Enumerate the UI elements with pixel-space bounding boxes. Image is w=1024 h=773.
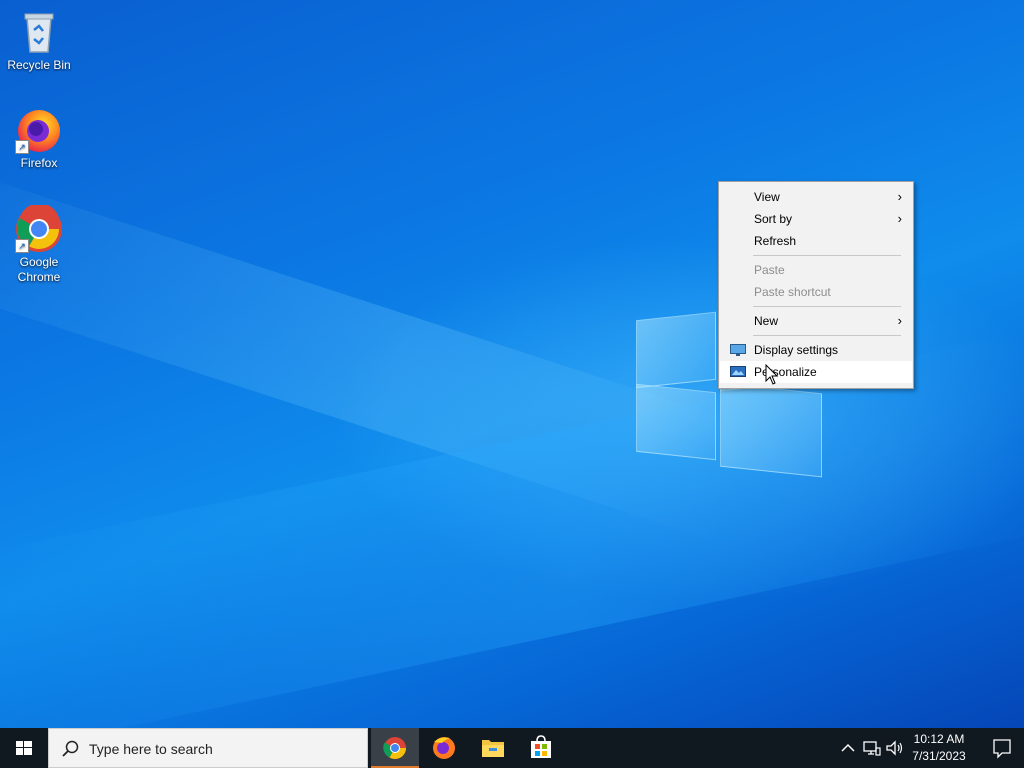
file-explorer-icon [482, 740, 504, 757]
menu-item-label: Display settings [754, 343, 839, 357]
shortcut-arrow-icon: ↗ [15, 239, 29, 253]
network-icon[interactable] [862, 738, 882, 758]
volume-icon[interactable] [885, 738, 905, 758]
taskbar-app-file-explorer[interactable] [469, 728, 517, 768]
chrome-icon [383, 737, 406, 759]
desktop-icon-google-chrome[interactable]: ↗ Google Chrome [1, 203, 77, 285]
firefox-icon [433, 737, 455, 759]
clock-time: 10:12 AM [913, 732, 965, 746]
menu-separator [753, 306, 901, 307]
menu-item-paste[interactable]: Paste [720, 259, 912, 281]
menu-item-label: Personalize [754, 365, 817, 379]
windows-start-icon [16, 741, 32, 755]
menu-item-label: Refresh [754, 234, 797, 248]
search-placeholder: Type here to search [89, 741, 213, 757]
menu-item-refresh[interactable]: Refresh [720, 230, 912, 252]
menu-item-label: View [754, 190, 780, 204]
taskbar-app-microsoft-store[interactable] [517, 728, 565, 768]
desktop-icon-label: Firefox [20, 156, 58, 170]
desktop-context-menu: View › Sort by › Refresh Paste Paste sho… [718, 181, 914, 389]
desktop-icon-firefox[interactable]: ↗ Firefox [1, 106, 77, 171]
action-center-button[interactable] [980, 728, 1024, 768]
firefox-icon: ↗ [15, 106, 63, 154]
menu-separator [753, 335, 901, 336]
search-icon [62, 740, 79, 757]
desktop-icon-recycle-bin[interactable]: Recycle Bin [1, 8, 77, 73]
chrome-icon: ↗ [15, 203, 63, 253]
chevron-right-icon: › [897, 313, 902, 328]
menu-item-personalize[interactable]: Personalize [720, 361, 912, 383]
system-clock[interactable]: 10:12 AM 7/31/2023 [904, 731, 974, 765]
recycle-bin-icon [15, 8, 63, 56]
taskbar: Type here to search 10:12 AM 7/31/2023 [0, 728, 1024, 768]
menu-item-label: Paste shortcut [754, 285, 831, 299]
microsoft-store-icon [531, 735, 551, 758]
mouse-cursor-icon [765, 364, 779, 385]
menu-item-label: Sort by [754, 212, 793, 226]
show-hidden-icons-chevron[interactable] [838, 738, 858, 758]
menu-item-display-settings[interactable]: Display settings [720, 339, 912, 361]
taskbar-app-firefox[interactable] [420, 728, 468, 768]
clock-date: 7/31/2023 [912, 749, 966, 763]
notification-icon [993, 739, 1011, 759]
menu-item-label: New [754, 314, 779, 328]
display-settings-icon [730, 344, 746, 356]
menu-separator [753, 255, 901, 256]
menu-item-new[interactable]: New › [720, 310, 912, 332]
desktop-icon-label: Recycle Bin [7, 58, 71, 72]
menu-item-paste-shortcut[interactable]: Paste shortcut [720, 281, 912, 303]
chevron-right-icon: › [897, 211, 902, 226]
menu-item-label: Paste [754, 263, 785, 277]
menu-item-view[interactable]: View › [720, 186, 912, 208]
desktop[interactable]: Recycle Bin ↗ Firefox ↗ Google Chrome Vi… [0, 0, 1024, 728]
taskbar-search-box[interactable]: Type here to search [48, 728, 368, 768]
personalize-icon [730, 366, 746, 378]
menu-item-sort-by[interactable]: Sort by › [720, 208, 912, 230]
desktop-icon-label: Google Chrome [17, 255, 61, 284]
start-button[interactable] [0, 728, 48, 768]
taskbar-app-chrome[interactable] [371, 728, 419, 768]
chevron-right-icon: › [897, 189, 902, 204]
shortcut-arrow-icon: ↗ [15, 140, 29, 154]
